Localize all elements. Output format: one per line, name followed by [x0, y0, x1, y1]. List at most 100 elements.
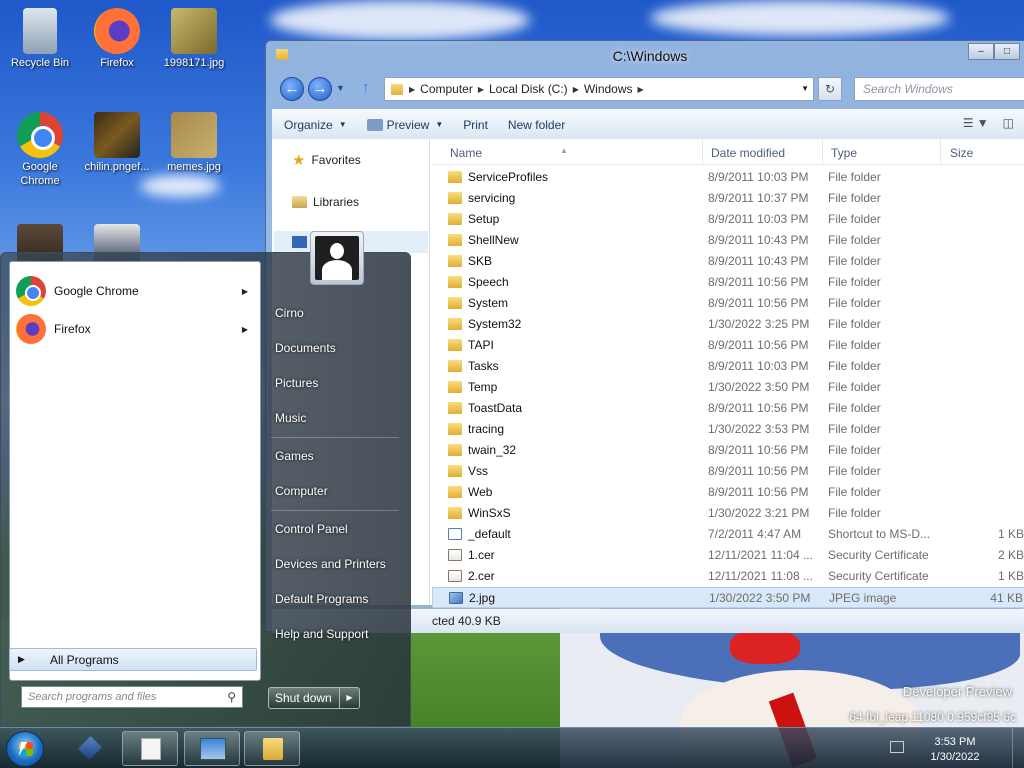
- desktop-icon-chilin[interactable]: chilin.pngef...: [77, 112, 157, 174]
- start-item-help-support[interactable]: Help and Support: [275, 627, 368, 641]
- folder-icon: [448, 423, 462, 435]
- start-search-input[interactable]: Search programs and files ⚲: [21, 686, 243, 708]
- address-dropdown-icon[interactable]: ▼: [801, 84, 809, 93]
- maximize-button[interactable]: □: [994, 43, 1020, 60]
- start-item-control-panel[interactable]: Control Panel: [275, 522, 348, 536]
- print-button[interactable]: Print: [463, 118, 488, 132]
- show-desktop-button[interactable]: [1012, 728, 1024, 768]
- desktop-icon-memes-jpg[interactable]: memes.jpg: [154, 112, 234, 174]
- shutdown-options-arrow-icon[interactable]: ▶: [339, 688, 359, 708]
- start-item-computer[interactable]: Computer: [275, 484, 328, 498]
- file-row[interactable]: WinSxS 1/30/2022 3:21 PM File folder: [432, 503, 1024, 524]
- start-item-music[interactable]: Music: [275, 411, 306, 425]
- all-programs-button[interactable]: ▶ All Programs: [9, 648, 257, 671]
- file-row[interactable]: System 8/9/2011 10:56 PM File folder: [432, 293, 1024, 314]
- forward-button[interactable]: →: [308, 77, 332, 101]
- file-row[interactable]: Vss 8/9/2011 10:56 PM File folder: [432, 461, 1024, 482]
- build-watermark: Developer Preview: [902, 684, 1012, 699]
- file-row[interactable]: tracing 1/30/2022 3:53 PM File folder: [432, 419, 1024, 440]
- file-row[interactable]: ShellNew 8/9/2011 10:43 PM File folder: [432, 230, 1024, 251]
- file-row[interactable]: System32 1/30/2022 3:25 PM File folder: [432, 314, 1024, 335]
- up-arrow-icon[interactable]: ↑: [362, 79, 370, 96]
- desktop-icon-google-chrome[interactable]: Google Chrome: [0, 112, 80, 188]
- column-size[interactable]: Size: [950, 146, 973, 160]
- clock-time[interactable]: 3:53 PM: [900, 736, 1010, 748]
- breadcrumb-computer[interactable]: Computer: [420, 82, 473, 96]
- preview-menu[interactable]: Preview ▼: [366, 117, 443, 132]
- file-row[interactable]: Web 8/9/2011 10:56 PM File folder: [432, 482, 1024, 503]
- start-program-chrome[interactable]: Google Chrome ▶: [14, 274, 258, 308]
- file-row[interactable]: Temp 1/30/2022 3:50 PM File folder: [432, 377, 1024, 398]
- column-name[interactable]: Name: [450, 146, 482, 160]
- column-date-modified[interactable]: Date modified: [711, 146, 785, 160]
- start-item-pictures[interactable]: Pictures: [275, 376, 318, 390]
- folder-icon: [448, 444, 462, 456]
- change-view-icon[interactable]: ☰ ▼: [963, 116, 989, 130]
- file-row[interactable]: SKB 8/9/2011 10:43 PM File folder: [432, 251, 1024, 272]
- nav-favorites[interactable]: ★ Favorites: [292, 151, 361, 169]
- start-program-firefox[interactable]: Firefox ▶: [14, 312, 258, 346]
- start-item-default-programs[interactable]: Default Programs: [275, 592, 368, 606]
- preview-pane-icon[interactable]: ◫: [1003, 116, 1014, 130]
- file-type: File folder: [828, 338, 881, 352]
- minimize-button[interactable]: –: [968, 43, 994, 60]
- start-item-devices-printers[interactable]: Devices and Printers: [275, 557, 386, 571]
- preview-label: Preview: [386, 117, 430, 132]
- file-row[interactable]: servicing 8/9/2011 10:37 PM File folder: [432, 188, 1024, 209]
- file-date-modified: 8/9/2011 10:56 PM: [708, 338, 809, 352]
- breadcrumb-arrow-icon[interactable]: ▶: [573, 85, 579, 94]
- desktop-icon-firefox[interactable]: Firefox: [77, 8, 157, 70]
- user-avatar[interactable]: [310, 231, 364, 285]
- breadcrumb-arrow-icon[interactable]: ▶: [478, 85, 484, 94]
- taskbar-virtualbox[interactable]: [62, 731, 118, 766]
- start-item-documents[interactable]: Documents: [275, 341, 336, 355]
- cloud: [650, 0, 950, 36]
- column-type[interactable]: Type: [831, 146, 857, 160]
- file-row[interactable]: 2.jpg 1/30/2022 3:50 PM JPEG image 41 KB: [432, 587, 1024, 608]
- shutdown-button[interactable]: Shut down ▶: [268, 687, 360, 709]
- start-menu-programs-pane: Google Chrome ▶ Firefox ▶: [9, 261, 261, 681]
- desktop-icon-recycle-bin[interactable]: Recycle Bin: [0, 8, 80, 70]
- file-row[interactable]: ServiceProfiles 8/9/2011 10:03 PM File fol…: [432, 167, 1024, 188]
- folder-icon: [448, 318, 462, 330]
- title-bar[interactable]: C:\Windows – □: [266, 41, 1024, 71]
- file-row[interactable]: ToastData 8/9/2011 10:56 PM File folder: [432, 398, 1024, 419]
- new-folder-button[interactable]: New folder: [508, 118, 565, 132]
- file-row[interactable]: Setup 8/9/2011 10:03 PM File folder: [432, 209, 1024, 230]
- file-row[interactable]: twain_32 8/9/2011 10:56 PM File folder: [432, 440, 1024, 461]
- taskbar-screenshot[interactable]: [184, 731, 240, 766]
- file-row[interactable]: Tasks 8/9/2011 10:03 PM File folder: [432, 356, 1024, 377]
- start-item-games[interactable]: Games: [275, 449, 314, 463]
- file-row[interactable]: 1.cer 12/11/2021 11:04 ... Security Certif…: [432, 545, 1024, 566]
- taskbar-notepad[interactable]: [122, 731, 178, 766]
- file-row[interactable]: TAPI 8/9/2011 10:56 PM File folder: [432, 335, 1024, 356]
- breadcrumb-windows[interactable]: Windows: [584, 82, 633, 96]
- submenu-arrow-icon[interactable]: ▶: [242, 325, 248, 334]
- start-item-user[interactable]: Cirno: [275, 306, 304, 320]
- mouse-cursor-icon: [18, 742, 34, 756]
- address-bar[interactable]: ▶ Computer ▶ Local Disk (C:) ▶ Windows ▶…: [384, 77, 814, 101]
- file-row[interactable]: 2.cer 12/11/2021 11:08 ... Security Certif…: [432, 566, 1024, 587]
- file-row[interactable]: Speech 8/9/2011 10:56 PM File folder: [432, 272, 1024, 293]
- start-button[interactable]: [6, 731, 44, 767]
- submenu-arrow-icon[interactable]: ▶: [242, 287, 248, 296]
- recent-pages-dropdown[interactable]: ▼: [336, 83, 345, 93]
- back-button[interactable]: ←: [280, 77, 304, 101]
- desktop-icon-1998171-jpg[interactable]: 1998171.jpg: [154, 8, 234, 70]
- file-date-modified: 7/2/2011 4:47 AM: [708, 527, 802, 541]
- file-name: 2.cer: [468, 569, 495, 583]
- nav-libraries[interactable]: Libraries: [292, 195, 359, 209]
- breadcrumb-local-disk[interactable]: Local Disk (C:): [489, 82, 568, 96]
- file-date-modified: 8/9/2011 10:56 PM: [708, 401, 809, 415]
- file-type: File folder: [828, 233, 881, 247]
- refresh-button[interactable]: ↻: [818, 77, 842, 101]
- breadcrumb-arrow-icon[interactable]: ▶: [409, 85, 415, 94]
- file-row[interactable]: _default 7/2/2011 4:47 AM Shortcut to MS-D…: [432, 524, 1024, 545]
- search-icon[interactable]: ⚲: [227, 690, 236, 704]
- organize-menu[interactable]: Organize ▼: [284, 118, 347, 132]
- taskbar-explorer[interactable]: [244, 731, 300, 766]
- breadcrumb-arrow-icon[interactable]: ▶: [638, 85, 644, 94]
- clock-date[interactable]: 1/30/2022: [900, 751, 1010, 763]
- search-input[interactable]: Search Windows: [854, 77, 1024, 101]
- file-date-modified: 1/30/2022 3:21 PM: [708, 506, 810, 520]
